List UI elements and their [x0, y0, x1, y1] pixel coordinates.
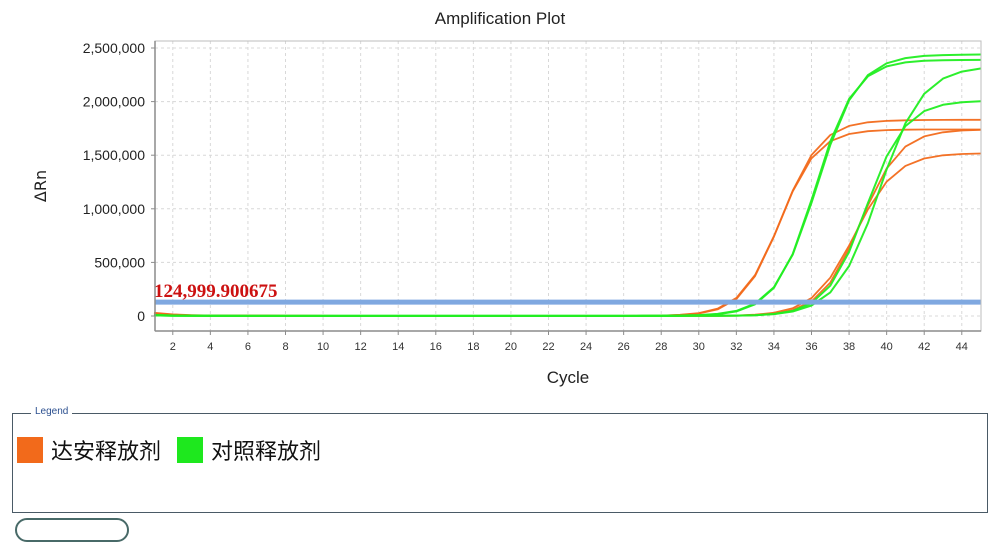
- x-tick-label: 32: [730, 341, 742, 353]
- legend-label: 对照释放剂: [211, 440, 322, 465]
- legend-item-control[interactable]: 对照释放剂: [177, 434, 321, 466]
- orange-swatch-icon: [17, 437, 43, 463]
- legend-panel: Legend 达安释放剂 对照释放剂: [12, 406, 988, 513]
- x-tick-label: 44: [956, 341, 968, 353]
- x-tick-label: 28: [655, 341, 667, 353]
- x-tick-label: 42: [918, 341, 930, 353]
- x-tick-label: 26: [618, 341, 630, 353]
- y-tick-label: 0: [137, 308, 145, 324]
- x-tick-label: 8: [282, 341, 288, 353]
- x-tick-label: 12: [355, 341, 367, 353]
- x-tick-label: 16: [430, 341, 442, 353]
- x-tick-label: 4: [207, 341, 213, 353]
- legend-label: 达安释放剂: [51, 440, 162, 465]
- y-axis-ticks: 0 500,000 1,000,000 1,500,000 2,000,000 2,500…: [83, 40, 155, 324]
- x-tick-label: 40: [881, 341, 893, 353]
- x-tick-label: 14: [392, 341, 404, 353]
- y-tick-label: 500,000: [94, 254, 145, 270]
- x-tick-label: 20: [505, 341, 517, 353]
- x-tick-label: 18: [467, 341, 479, 353]
- y-tick-label: 2,000,000: [83, 94, 145, 110]
- x-tick-label: 36: [805, 341, 817, 353]
- bottom-tab-button[interactable]: [15, 518, 129, 542]
- plot-area: [155, 41, 981, 331]
- y-tick-label: 1,500,000: [83, 147, 145, 163]
- x-tick-label: 22: [542, 341, 554, 353]
- threshold-label: 124,999.900675: [154, 281, 278, 302]
- green-swatch-icon: [177, 437, 204, 463]
- y-axis-label: ΔRn: [31, 170, 50, 202]
- x-tick-label: 10: [317, 341, 329, 353]
- legend-title: Legend: [31, 406, 73, 417]
- plot-background: [155, 41, 981, 331]
- legend-items: 达安释放剂 对照释放剂: [17, 434, 337, 466]
- x-tick-label: 38: [843, 341, 855, 353]
- amplification-plot: Amplification Plot 0 500,000 1,000,000 1,50…: [31, 9, 982, 387]
- y-tick-label: 1,000,000: [83, 201, 145, 217]
- x-tick-label: 2: [170, 341, 176, 353]
- y-tick-label: 2,500,000: [83, 40, 145, 56]
- legend-item-daan[interactable]: 达安释放剂: [17, 434, 161, 466]
- x-tick-label: 24: [580, 341, 592, 353]
- x-tick-label: 6: [245, 341, 251, 353]
- x-tick-label: 30: [693, 341, 705, 353]
- x-axis-label: Cycle: [547, 368, 590, 387]
- chart-title: Amplification Plot: [435, 9, 566, 28]
- x-tick-label: 34: [768, 341, 780, 353]
- x-axis-ticks: 2 4 6 8 10 12 14 16 18 20 22 24 26 28 30 32 34 36 38 40 42 44: [170, 331, 968, 353]
